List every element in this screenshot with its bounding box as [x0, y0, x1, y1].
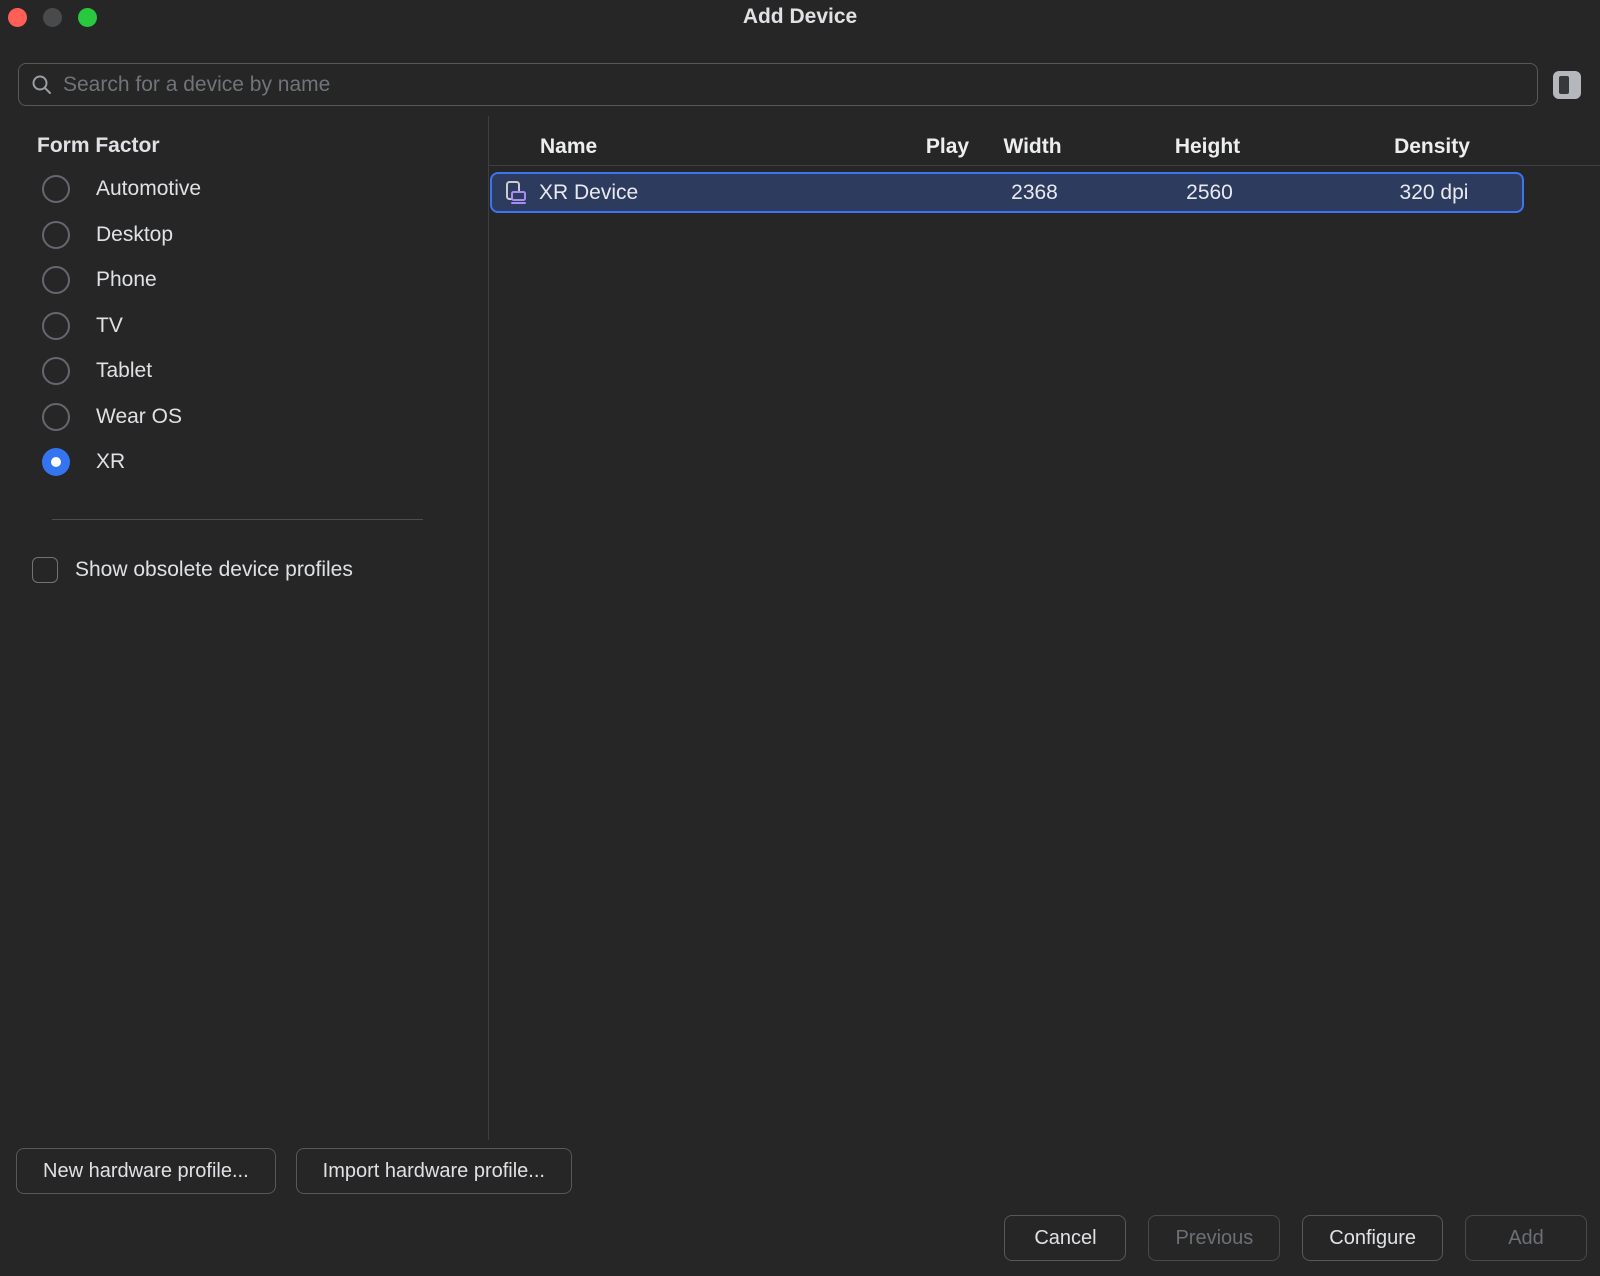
search-input[interactable] — [63, 64, 1525, 105]
column-header-name[interactable]: Name — [490, 135, 905, 159]
configure-button[interactable]: Configure — [1302, 1215, 1443, 1261]
device-name: XR Device — [539, 181, 638, 205]
add-device-dialog: Add Device Form Factor Automotive Deskto… — [0, 0, 1600, 1276]
title-bar: Add Device — [0, 0, 1600, 36]
show-obsolete-profiles-checkbox[interactable]: Show obsolete device profiles — [32, 557, 353, 583]
form-factor-label: XR — [96, 450, 125, 474]
search-icon — [31, 74, 53, 96]
form-factor-label: TV — [96, 314, 123, 338]
form-factor-option-tv[interactable]: TV — [42, 312, 201, 340]
form-factor-label: Desktop — [96, 223, 173, 247]
import-hardware-profile-button[interactable]: Import hardware profile... — [296, 1148, 572, 1194]
new-hardware-profile-button[interactable]: New hardware profile... — [16, 1148, 276, 1194]
form-factor-label: Automotive — [96, 177, 201, 201]
radio-icon — [42, 266, 70, 294]
radio-icon — [42, 221, 70, 249]
column-header-density[interactable]: Density — [1340, 135, 1524, 159]
device-height-value: 2560 — [1077, 181, 1342, 205]
form-factor-list: Automotive Desktop Phone TV Tablet Wear … — [42, 175, 201, 476]
dialog-action-buttons: Cancel Previous Configure Add — [1004, 1215, 1587, 1261]
radio-icon — [42, 357, 70, 385]
device-table-row-xr-device[interactable]: XR Device 2368 2560 320 dpi — [490, 172, 1524, 213]
form-factor-option-xr[interactable]: XR — [42, 448, 201, 476]
add-button[interactable]: Add — [1465, 1215, 1587, 1261]
device-table-header: Name Play Width Height Density — [490, 128, 1524, 165]
left-panel-divider — [52, 519, 423, 520]
cancel-button[interactable]: Cancel — [1004, 1215, 1126, 1261]
window-title: Add Device — [0, 5, 1600, 29]
panel-divider — [488, 116, 489, 1140]
table-header-separator — [489, 165, 1600, 166]
column-header-play[interactable]: Play — [905, 135, 990, 159]
form-factor-option-tablet[interactable]: Tablet — [42, 357, 201, 385]
checkbox-icon — [32, 557, 58, 583]
hardware-profile-buttons: New hardware profile... Import hardware … — [16, 1148, 572, 1194]
checkbox-label: Show obsolete device profiles — [75, 558, 353, 582]
radio-icon — [42, 403, 70, 431]
radio-icon — [42, 175, 70, 203]
search-box[interactable] — [18, 63, 1538, 106]
radio-icon — [42, 312, 70, 340]
form-factor-option-desktop[interactable]: Desktop — [42, 221, 201, 249]
column-header-height[interactable]: Height — [1075, 135, 1340, 159]
radio-icon — [42, 448, 70, 476]
previous-button[interactable]: Previous — [1148, 1215, 1280, 1261]
toggle-details-panel-icon[interactable] — [1553, 71, 1581, 99]
device-width-value: 2368 — [992, 181, 1077, 205]
form-factor-heading: Form Factor — [37, 134, 160, 158]
column-header-width[interactable]: Width — [990, 135, 1075, 159]
device-density-value: 320 dpi — [1342, 181, 1526, 205]
xr-device-icon — [504, 180, 530, 206]
form-factor-option-automotive[interactable]: Automotive — [42, 175, 201, 203]
form-factor-label: Wear OS — [96, 405, 182, 429]
form-factor-label: Phone — [96, 268, 157, 292]
form-factor-label: Tablet — [96, 359, 152, 383]
form-factor-option-wear-os[interactable]: Wear OS — [42, 403, 201, 431]
form-factor-option-phone[interactable]: Phone — [42, 266, 201, 294]
